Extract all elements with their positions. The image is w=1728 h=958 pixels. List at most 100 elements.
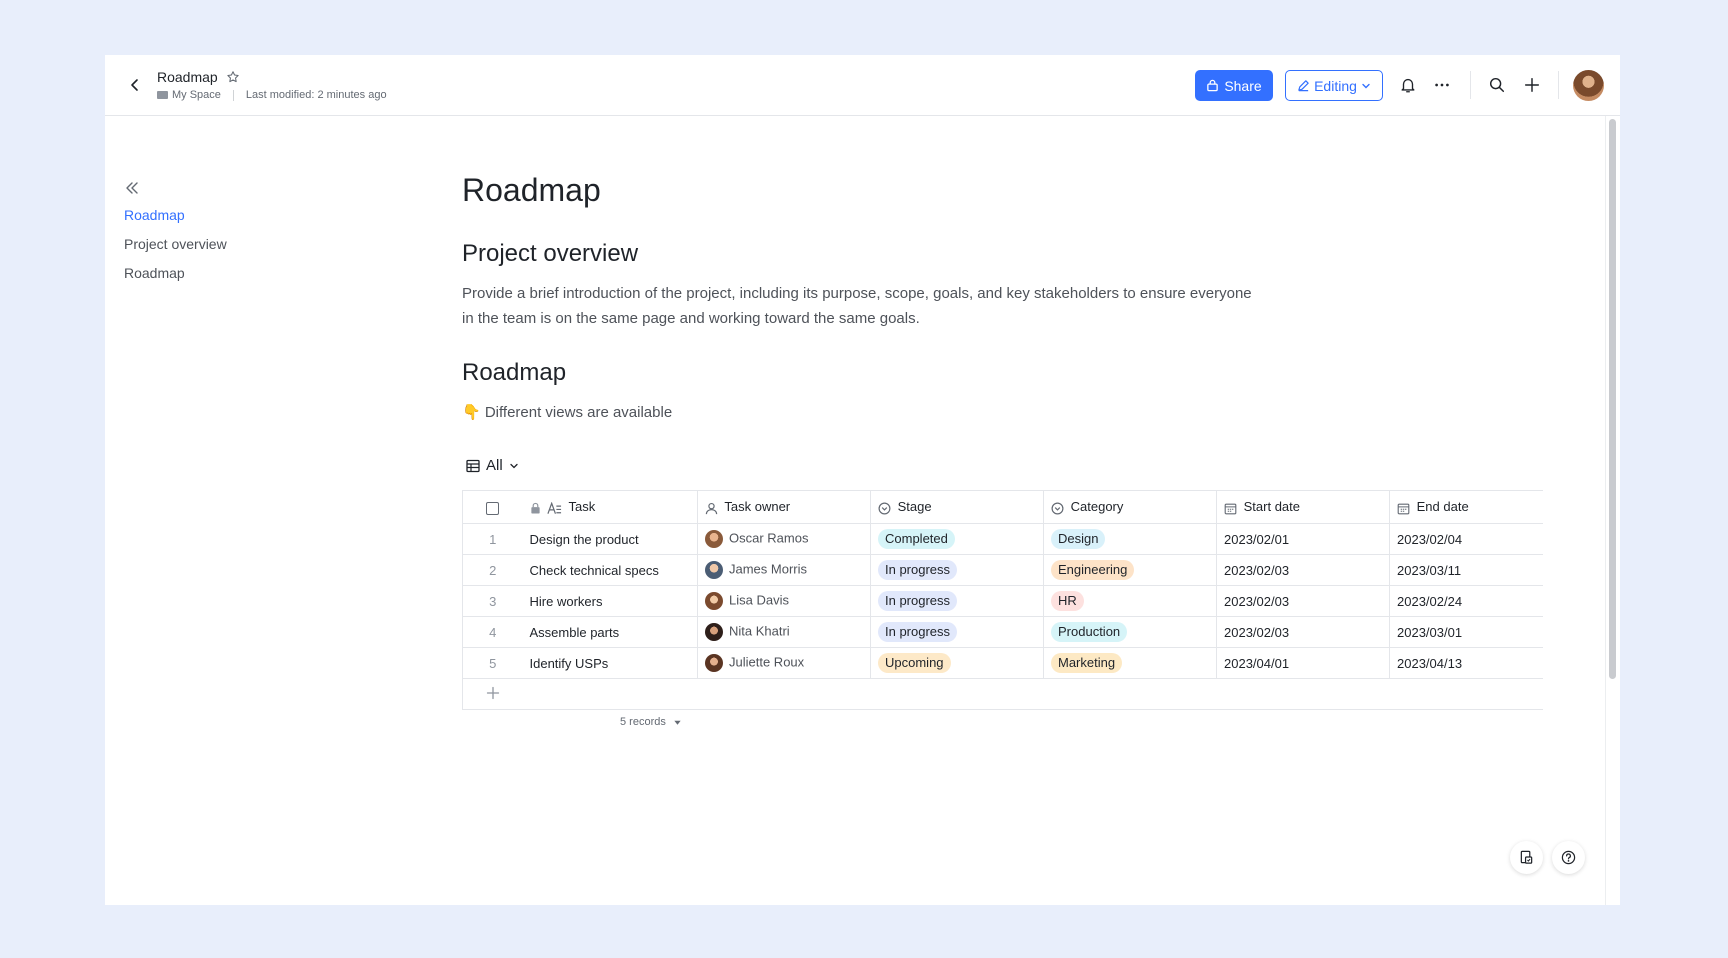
location-link[interactable]: My Space — [172, 89, 221, 101]
records-count-dropdown[interactable]: 5 records — [620, 716, 682, 728]
chevron-left-icon — [131, 79, 138, 91]
cell-task[interactable]: Check technical specs — [522, 554, 698, 586]
doc-title: Roadmap — [157, 69, 218, 85]
cell-stage[interactable]: Upcoming — [870, 647, 1044, 679]
cell-task-owner[interactable]: Nita Khatri — [697, 616, 871, 648]
doc-tool-button[interactable] — [1510, 841, 1543, 874]
star-icon[interactable] — [226, 70, 240, 84]
toc-item-project-overview[interactable]: Project overview — [124, 236, 227, 252]
cell-task-owner[interactable]: James Morris — [697, 554, 871, 586]
table-header-row: Task Task owner Stage Category Start dat… — [462, 490, 1543, 524]
cell-task-owner[interactable]: Oscar Ramos — [697, 523, 871, 555]
column-label: Task owner — [724, 499, 791, 515]
stage-tag: In progress — [878, 591, 958, 611]
records-count: 5 records — [620, 716, 666, 728]
single-select-icon — [1051, 502, 1064, 515]
page-title: Roadmap — [462, 172, 601, 208]
cell-category[interactable]: HR — [1043, 585, 1217, 617]
view-selector[interactable]: All — [466, 457, 519, 474]
add-row[interactable] — [462, 678, 1543, 710]
lock-share-icon — [1207, 79, 1219, 92]
select-all-checkbox[interactable] — [486, 501, 500, 515]
row-number: 1 — [462, 523, 523, 555]
row-number: 3 — [462, 585, 523, 617]
doc-title-row: Roadmap — [157, 69, 240, 85]
roadmap-table: Task Task owner Stage Category Start dat… — [462, 490, 1543, 710]
row-number: 2 — [462, 554, 523, 586]
cell-task[interactable]: Identify USPs — [522, 647, 698, 679]
cell-category[interactable]: Production — [1043, 616, 1217, 648]
cell-stage[interactable]: In progress — [870, 554, 1044, 586]
column-header-task[interactable]: Task — [522, 490, 698, 524]
back-button[interactable] — [123, 73, 147, 97]
cell-task[interactable]: Design the product — [522, 523, 698, 555]
cell-stage[interactable]: Completed — [870, 523, 1044, 555]
editing-mode-dropdown[interactable]: Editing — [1285, 70, 1383, 101]
column-header-task-owner[interactable]: Task owner — [697, 490, 871, 524]
category-tag: Production — [1051, 622, 1128, 642]
category-tag: HR — [1051, 591, 1084, 611]
table-row[interactable]: 5 Identify USPs Juliette Roux Upcoming M… — [462, 647, 1543, 679]
category-tag: Marketing — [1051, 653, 1123, 673]
add-row-button[interactable] — [462, 678, 523, 710]
editing-label: Editing — [1314, 77, 1357, 94]
toolbar-divider — [1558, 71, 1559, 99]
cell-start-date[interactable]: 2023/02/03 — [1216, 554, 1390, 586]
share-label: Share — [1224, 77, 1262, 94]
column-label: Category — [1070, 499, 1124, 515]
views-note: 👇 Different views are available — [462, 404, 673, 421]
owner-avatar — [705, 623, 723, 641]
table-row[interactable]: 3 Hire workers Lisa Davis In progress HR… — [462, 585, 1543, 617]
cell-task[interactable]: Assemble parts — [522, 616, 698, 648]
column-header-category[interactable]: Category — [1043, 490, 1217, 524]
user-avatar[interactable] — [1573, 70, 1604, 101]
owner-avatar — [705, 530, 723, 548]
cell-stage[interactable]: In progress — [870, 616, 1044, 648]
table-row[interactable]: 4 Assemble parts Nita Khatri In progress… — [462, 616, 1543, 648]
row-number: 4 — [462, 616, 523, 648]
owner-name: Oscar Ramos — [729, 530, 809, 546]
cell-category[interactable]: Engineering — [1043, 554, 1217, 586]
cell-category[interactable]: Design — [1043, 523, 1217, 555]
column-header-end-date[interactable]: End date — [1389, 490, 1543, 524]
cell-start-date[interactable]: 2023/02/01 — [1216, 523, 1390, 555]
cell-end-date[interactable]: 2023/03/11 — [1389, 554, 1543, 586]
toc-item-roadmap-section[interactable]: Roadmap — [124, 265, 227, 281]
share-button[interactable]: Share — [1195, 70, 1273, 101]
cell-end-date[interactable]: 2023/04/13 — [1389, 647, 1543, 679]
owner-avatar — [705, 654, 723, 672]
plus-icon — [486, 686, 499, 699]
cell-end-date[interactable]: 2023/02/24 — [1389, 585, 1543, 617]
column-label: Task — [568, 499, 596, 515]
column-header-start-date[interactable]: Start date — [1216, 490, 1390, 524]
cell-end-date[interactable]: 2023/02/04 — [1389, 523, 1543, 555]
help-button[interactable] — [1552, 841, 1585, 874]
doc-meta: My Space Last modified: 2 minutes ago — [157, 89, 387, 101]
column-label: End date — [1416, 499, 1469, 515]
cell-task-owner[interactable]: Lisa Davis — [697, 585, 871, 617]
cell-end-date[interactable]: 2023/03/01 — [1389, 616, 1543, 648]
table-row[interactable]: 2 Check technical specs James Morris In … — [462, 554, 1543, 586]
select-all-checkbox-cell[interactable] — [462, 490, 523, 524]
cell-start-date[interactable]: 2023/02/03 — [1216, 585, 1390, 617]
more-button[interactable] — [1430, 73, 1454, 97]
notifications-button[interactable] — [1396, 73, 1420, 97]
cell-task-owner[interactable]: Juliette Roux — [697, 647, 871, 679]
cell-task[interactable]: Hire workers — [522, 585, 698, 617]
caret-down-icon — [674, 720, 681, 725]
add-button[interactable] — [1520, 73, 1544, 97]
cell-start-date[interactable]: 2023/04/01 — [1216, 647, 1390, 679]
cell-category[interactable]: Marketing — [1043, 647, 1217, 679]
collapse-toc-button[interactable] — [124, 180, 144, 201]
cell-stage[interactable]: In progress — [870, 585, 1044, 617]
heading-project-overview: Project overview — [462, 240, 639, 267]
scrollbar[interactable] — [1609, 119, 1616, 679]
table-row[interactable]: 1 Design the product Oscar Ramos Complet… — [462, 523, 1543, 555]
search-button[interactable] — [1485, 73, 1509, 97]
owner-avatar — [705, 561, 723, 579]
column-header-stage[interactable]: Stage — [870, 490, 1044, 524]
toc-item-roadmap[interactable]: Roadmap — [124, 207, 227, 223]
cell-start-date[interactable]: 2023/02/03 — [1216, 616, 1390, 648]
owner-avatar — [705, 592, 723, 610]
owner-name: James Morris — [729, 561, 808, 577]
